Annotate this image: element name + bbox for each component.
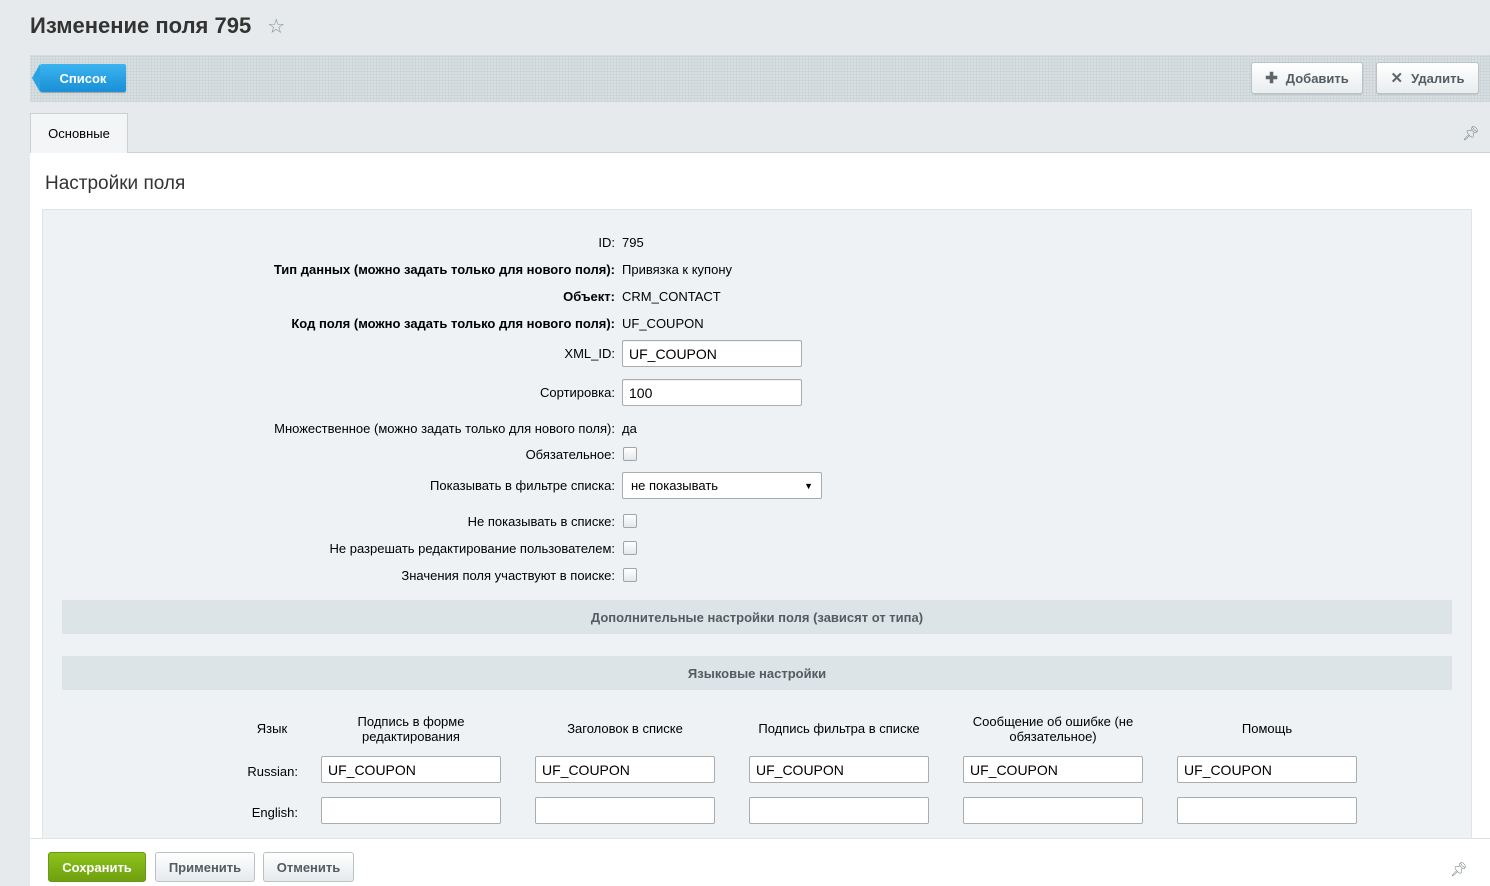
en-list-filter-input[interactable]: [749, 797, 929, 824]
show-filter-value: не показывать: [631, 478, 719, 493]
dropdown-arrow-icon: ▼: [804, 480, 813, 491]
ru-edit-form-input[interactable]: [321, 756, 501, 783]
en-edit-form-input[interactable]: [321, 797, 501, 824]
section-title: Настройки поля: [45, 173, 186, 194]
type-label: Тип данных (можно задать только для ново…: [273, 261, 615, 277]
en-error-message-input[interactable]: [963, 797, 1143, 824]
multiple-label: Множественное (можно задать только для н…: [274, 420, 615, 436]
language-settings-band: Языковые настройки: [62, 656, 1452, 690]
row-multiple: Множественное (можно задать только для н…: [43, 420, 1473, 436]
type-value: Привязка к купону: [622, 261, 732, 277]
show-filter-label: Показывать в фильтре списка:: [430, 478, 615, 493]
main-content: Настройки поля ID: 795 Тип данных (можно…: [30, 153, 1490, 849]
list-column-col-header: Заголовок в списке: [567, 721, 683, 736]
hide-in-list-checkbox[interactable]: [623, 514, 637, 528]
close-icon: ✕: [1390, 70, 1404, 87]
code-value: UF_COUPON: [622, 315, 704, 331]
extra-settings-band: Дополнительные настройки поля (зависят о…: [62, 600, 1452, 634]
tab-main[interactable]: Основные: [30, 113, 128, 153]
cancel-button[interactable]: Отменить: [263, 852, 354, 882]
row-sort: Сортировка:: [43, 379, 1473, 406]
row-xml-id: XML_ID:: [43, 340, 1473, 367]
no-edit-checkbox[interactable]: [623, 541, 637, 555]
list-filter-col-header: Подпись фильтра в списке: [758, 721, 920, 736]
show-filter-select[interactable]: не показывать ▼: [622, 472, 822, 499]
footer-bar: Сохранить Применить Отменить 📌︎: [30, 838, 1490, 886]
add-button[interactable]: ✚ Добавить: [1251, 62, 1363, 94]
en-help-input[interactable]: [1177, 797, 1357, 824]
add-button-label: Добавить: [1285, 70, 1349, 86]
code-label: Код поля (можно задать только для нового…: [291, 315, 615, 331]
object-label: Объект:: [563, 288, 615, 304]
xml-id-input[interactable]: [622, 340, 802, 367]
mandatory-label: Обязательное:: [525, 446, 615, 462]
id-label: ID:: [598, 234, 615, 250]
xml-id-label: XML_ID:: [564, 346, 615, 361]
row-hide-in-list: Не показывать в списке:: [43, 513, 1473, 529]
row-show-filter: Показывать в фильтре списка: не показыва…: [43, 472, 1473, 499]
ru-list-column-input[interactable]: [535, 756, 715, 783]
sort-label: Сортировка:: [540, 385, 615, 400]
page-title: Изменение поля 795 ☆: [30, 13, 285, 39]
row-no-edit: Не разрешать редактирование пользователе…: [43, 540, 1473, 556]
delete-button[interactable]: ✕ Удалить: [1376, 62, 1479, 94]
row-type: Тип данных (можно задать только для ново…: [43, 261, 1473, 277]
tab-bar: Основные 📌︎: [30, 113, 1490, 153]
toolbar: Список ✚ Добавить ✕ Удалить: [30, 55, 1490, 102]
searchable-checkbox[interactable]: [623, 568, 637, 582]
field-settings-panel: ID: 795 Тип данных (можно задать только …: [42, 209, 1472, 849]
lang-row-label: Russian:: [247, 764, 298, 779]
page-title-text: Изменение поля 795: [30, 13, 252, 38]
row-id: ID: 795: [43, 234, 1473, 250]
delete-button-label: Удалить: [1411, 70, 1465, 86]
plus-icon: ✚: [1265, 70, 1278, 87]
row-object: Объект: CRM_CONTACT: [43, 288, 1473, 304]
hide-in-list-label: Не показывать в списке:: [467, 513, 615, 529]
ru-list-filter-input[interactable]: [749, 756, 929, 783]
lang-row-label: English:: [251, 805, 298, 820]
ru-help-input[interactable]: [1177, 756, 1357, 783]
help-col-header: Помощь: [1241, 721, 1293, 736]
row-searchable: Значения поля участвуют в поиске:: [43, 567, 1473, 583]
pin-icon[interactable]: 📌︎: [1450, 861, 1468, 878]
mandatory-checkbox[interactable]: [623, 447, 637, 461]
save-button[interactable]: Сохранить: [48, 852, 146, 882]
list-button[interactable]: Список: [32, 64, 126, 92]
multiple-value: да: [622, 420, 637, 436]
row-code: Код поля (можно задать только для нового…: [43, 315, 1473, 331]
object-value: CRM_CONTACT: [622, 288, 721, 304]
no-edit-label: Не разрешать редактирование пользователе…: [329, 540, 615, 556]
lang-col-header: Язык: [256, 721, 288, 736]
apply-button[interactable]: Применить: [155, 852, 255, 882]
row-mandatory: Обязательное:: [43, 446, 1473, 462]
en-list-column-input[interactable]: [535, 797, 715, 824]
star-icon[interactable]: ☆: [267, 14, 285, 39]
pin-icon[interactable]: 📌︎: [1462, 125, 1480, 142]
ru-error-message-input[interactable]: [963, 756, 1143, 783]
error-message-col-header: Сообщение об ошибке (не обязательное): [972, 714, 1134, 744]
id-value: 795: [622, 234, 644, 250]
edit-form-col-header: Подпись в форме редактирования: [357, 714, 465, 744]
searchable-label: Значения поля участвуют в поиске:: [401, 567, 615, 583]
sort-input[interactable]: [622, 379, 802, 406]
